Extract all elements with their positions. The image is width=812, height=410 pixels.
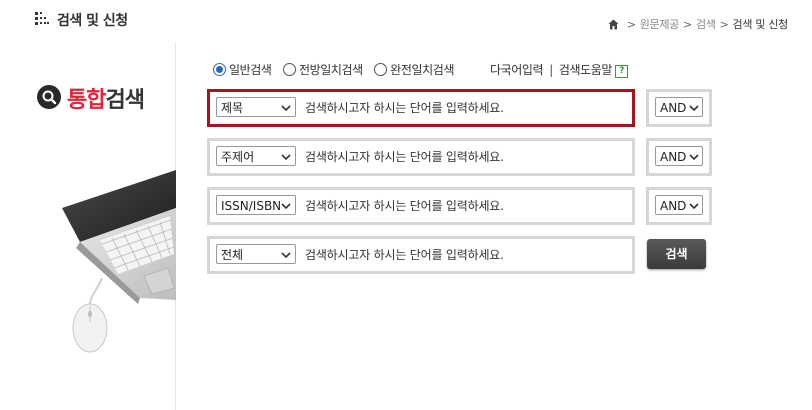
field-select-value: ISSN/ISBN	[221, 199, 282, 213]
breadcrumb-separator: >	[626, 18, 636, 31]
radio-label[interactable]: 완전일치검색	[390, 63, 454, 77]
radio-selected-icon[interactable]	[213, 63, 226, 76]
radio-unselected-icon[interactable]	[374, 63, 388, 76]
chevron-down-icon	[689, 154, 699, 161]
field-select-issn[interactable]: ISSN/ISBN	[216, 195, 296, 215]
brand-title-red: 통합	[67, 88, 106, 113]
home-icon[interactable]	[608, 19, 619, 30]
field-select-value: 제목	[221, 101, 244, 115]
breadcrumb-separator: >	[719, 18, 729, 31]
search-help-link[interactable]: 검색도움말	[559, 63, 613, 77]
field-select-all[interactable]: 전체	[216, 244, 296, 264]
search-row-subject: 주제어 검색하시고자 하시는 단어를 입력하세요.	[207, 138, 635, 176]
search-mode-group: 일반검색 전방일치검색 완전일치검색	[213, 61, 462, 78]
brand-title-dark: 검색	[105, 88, 144, 113]
chevron-down-icon	[689, 105, 699, 112]
search-input-subject[interactable]: 검색하시고자 하시는 단어를 입력하세요.	[305, 141, 504, 173]
operator-select-1[interactable]: AND	[655, 97, 703, 117]
breadcrumb-current: 검색 및 신청	[732, 18, 789, 31]
field-select-subject[interactable]: 주제어	[216, 146, 296, 166]
search-button[interactable]: 검색	[647, 239, 706, 269]
link-divider: |	[549, 63, 553, 77]
operator-select-value: AND	[660, 101, 687, 115]
radio-label[interactable]: 전방일치검색	[299, 63, 363, 77]
chevron-down-icon	[281, 154, 291, 161]
operator-box-2: AND	[646, 138, 712, 176]
chevron-down-icon	[281, 203, 291, 210]
breadcrumb: > 원문제공 > 검색 > 검색 및 신청	[608, 16, 788, 32]
breadcrumb-item[interactable]: 원문제공	[640, 18, 680, 31]
chevron-down-icon	[281, 252, 291, 259]
laptop-illustration	[62, 170, 176, 353]
operator-select-2[interactable]: AND	[655, 146, 703, 166]
magnifier-icon	[37, 85, 61, 109]
radio-label[interactable]: 일반검색	[229, 63, 272, 77]
search-input-title[interactable]: 검색하시고자 하시는 단어를 입력하세요.	[305, 92, 504, 124]
search-links: 다국어입력 | 검색도움말?	[490, 61, 629, 78]
multilang-input-link[interactable]: 다국어입력	[490, 63, 544, 77]
field-select-value: 주제어	[221, 150, 255, 164]
field-select-title[interactable]: 제목	[216, 97, 296, 117]
breadcrumb-item[interactable]: 검색	[696, 18, 716, 31]
operator-select-value: AND	[660, 199, 687, 213]
grid-bullet-icon	[35, 12, 49, 25]
operator-box-1: AND	[646, 89, 712, 127]
help-question-icon[interactable]: ?	[615, 65, 629, 78]
radio-prefix-match-search[interactable]: 전방일치검색	[282, 63, 363, 77]
chevron-down-icon	[281, 105, 291, 112]
chevron-down-icon	[689, 203, 699, 210]
page-title: 검색 및 신청	[57, 13, 128, 29]
radio-unselected-icon[interactable]	[282, 63, 296, 76]
search-input-issn[interactable]: 검색하시고자 하시는 단어를 입력하세요.	[305, 190, 504, 222]
search-row-all: 전체 검색하시고자 하시는 단어를 입력하세요.	[207, 236, 635, 274]
search-input-all[interactable]: 검색하시고자 하시는 단어를 입력하세요.	[305, 239, 504, 271]
radio-general-search[interactable]: 일반검색	[213, 63, 272, 77]
radio-exact-match-search[interactable]: 완전일치검색	[374, 63, 454, 77]
operator-box-3: AND	[646, 187, 712, 225]
brand-title: 통합검색	[67, 82, 145, 114]
operator-select-3[interactable]: AND	[655, 195, 703, 215]
search-row-title: 제목 검색하시고자 하시는 단어를 입력하세요.	[207, 89, 635, 127]
field-select-value: 전체	[221, 248, 244, 262]
operator-select-value: AND	[660, 150, 687, 164]
search-row-issn: ISSN/ISBN 검색하시고자 하시는 단어를 입력하세요.	[207, 187, 635, 225]
breadcrumb-separator: >	[683, 18, 692, 31]
